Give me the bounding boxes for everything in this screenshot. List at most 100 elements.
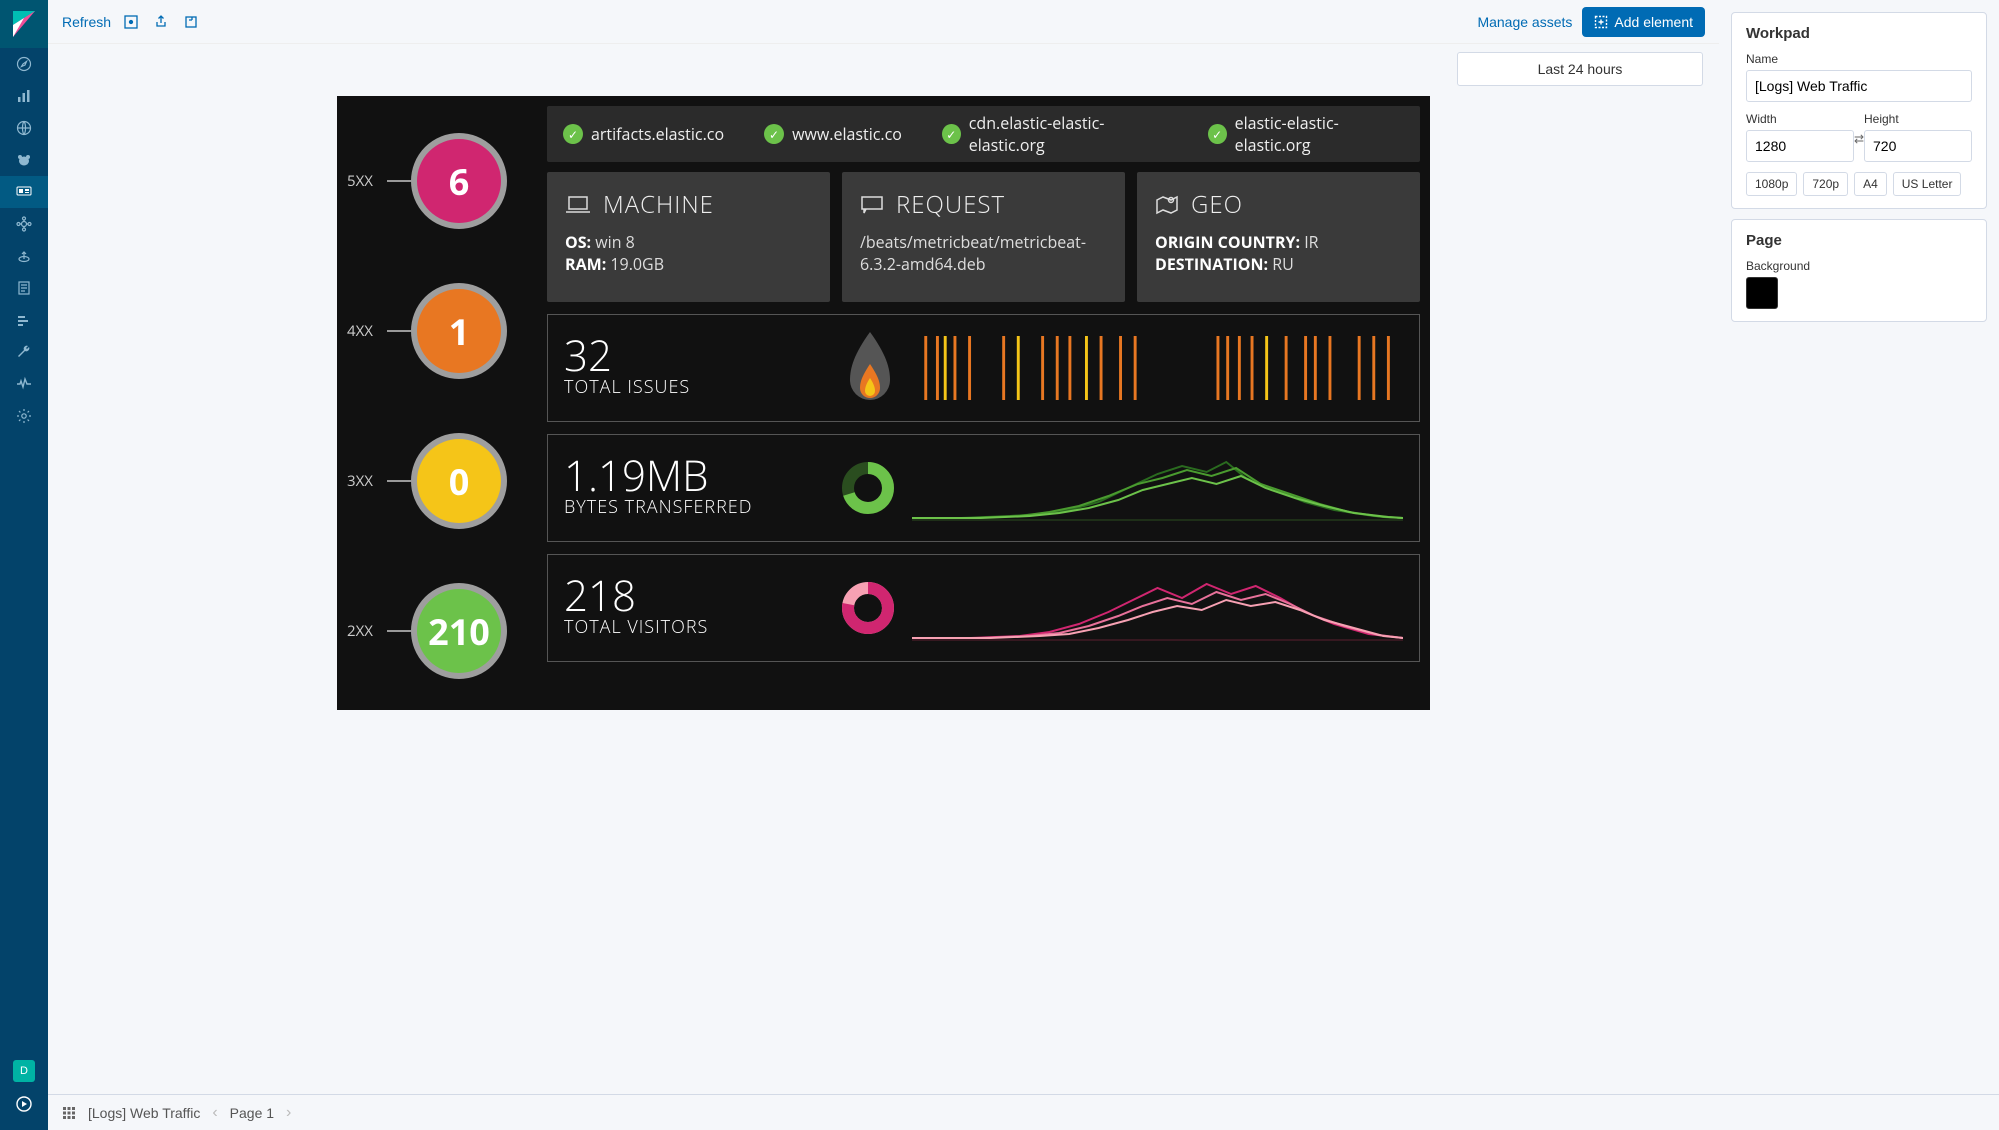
workpad-canvas[interactable]: 5XX 6 4XX 1 3XX 0 2XX 210 [337, 96, 1430, 710]
add-element-label: Add element [1614, 14, 1693, 30]
visitors-donut-chart [840, 580, 896, 636]
bytes-donut-chart [840, 460, 896, 516]
footer-workpad-name: [Logs] Web Traffic [88, 1105, 200, 1121]
status-2xx: 2XX 210 [347, 556, 547, 706]
nav-bear-icon[interactable] [0, 144, 48, 176]
swap-dims-icon[interactable]: ⇄ [1854, 132, 1864, 146]
nav-collapse-icon[interactable] [0, 1088, 48, 1120]
visitors-row: 218 TOTAL VISITORS [547, 554, 1420, 662]
info-panels: MACHINE OS: win 8 RAM: 19.0GB REQUEST /b… [547, 172, 1420, 302]
check-icon: ✓ [764, 124, 784, 144]
background-label: Background [1746, 259, 1972, 273]
host-label: artifacts.elastic.co [591, 123, 724, 145]
host-item: ✓ artifacts.elastic.co [563, 123, 724, 145]
bytes-row: 1.19MB BYTES TRANSFERRED [547, 434, 1420, 542]
footer-bar: [Logs] Web Traffic ‹ Page 1 › [48, 1094, 1999, 1130]
comment-icon [860, 195, 884, 215]
preset-720p[interactable]: 720p [1803, 172, 1848, 196]
nav-chart-icon[interactable] [0, 80, 48, 112]
page-settings-card: Page Background [1731, 219, 1987, 322]
status-5xx: 5XX 6 [347, 106, 547, 256]
hosts-row: ✓ artifacts.elastic.co ✓ www.elastic.co ✓ c… [547, 106, 1420, 162]
flame-icon [840, 328, 900, 408]
status-5xx-value: 6 [411, 133, 507, 229]
nav-bottom: D [0, 1054, 48, 1120]
size-presets: 1080p 720p A4 US Letter [1746, 172, 1972, 196]
host-label: cdn.elastic-elastic-elastic.org [969, 112, 1168, 156]
panel-title: GEO [1191, 188, 1243, 221]
nav-wrench-icon[interactable] [0, 336, 48, 368]
issues-label: TOTAL ISSUES [564, 375, 824, 399]
nav-compass-icon[interactable] [0, 48, 48, 80]
issues-barcode-chart [916, 328, 1403, 408]
width-label: Width [1746, 112, 1854, 126]
nav-canvas-icon[interactable] [0, 176, 48, 208]
request-panel: REQUEST /beats/metricbeat/metricbeat-6.3… [842, 172, 1125, 302]
nav-apm-icon[interactable] [0, 240, 48, 272]
panel-title: REQUEST [896, 188, 1005, 221]
issues-row: 32 TOTAL ISSUES [547, 314, 1420, 422]
refresh-interval-icon[interactable] [181, 12, 201, 32]
workpad-heading: Workpad [1746, 25, 1972, 42]
settings-sidebar: Workpad Name Width ⇄ Height 1080p 720p A… [1719, 0, 1999, 1130]
issues-value: 32 [564, 337, 824, 375]
nav-globe-icon[interactable] [0, 112, 48, 144]
os-label: OS: [565, 231, 591, 253]
fullscreen-icon[interactable] [121, 12, 141, 32]
height-input[interactable] [1864, 130, 1972, 162]
add-element-icon [1594, 15, 1608, 29]
nav-logs-icon[interactable] [0, 272, 48, 304]
preset-1080p[interactable]: 1080p [1746, 172, 1797, 196]
background-swatch[interactable] [1746, 277, 1778, 309]
name-label: Name [1746, 52, 1972, 66]
width-input[interactable] [1746, 130, 1854, 162]
dest-label: DESTINATION: [1155, 253, 1268, 275]
request-path: /beats/metricbeat/metricbeat-6.3.2-amd64… [860, 231, 1107, 276]
nav-metrics-icon[interactable] [0, 304, 48, 336]
ram-value: 19.0GB [610, 253, 664, 275]
visitors-value: 218 [564, 577, 824, 615]
panel-title: MACHINE [603, 188, 714, 221]
grid-icon[interactable] [62, 1106, 76, 1120]
bytes-value: 1.19MB [564, 457, 824, 495]
status-3xx: 3XX 0 [347, 406, 547, 556]
bytes-line-chart [912, 448, 1403, 528]
map-icon [1155, 194, 1179, 216]
visitors-label: TOTAL VISITORS [564, 615, 824, 639]
nav-gear-icon[interactable] [0, 400, 48, 432]
workpad-name-input[interactable] [1746, 70, 1972, 102]
preset-usletter[interactable]: US Letter [1893, 172, 1962, 196]
status-2xx-label: 2XX [347, 621, 387, 641]
check-icon: ✓ [563, 124, 583, 144]
manage-assets-link[interactable]: Manage assets [1477, 14, 1572, 30]
preset-a4[interactable]: A4 [1854, 172, 1887, 196]
prev-page-icon[interactable]: ‹ [212, 1104, 217, 1122]
nav-node-icon[interactable] [0, 208, 48, 240]
nav-heartbeat-icon[interactable] [0, 368, 48, 400]
origin-value: IR [1304, 231, 1318, 253]
os-value: win 8 [595, 231, 635, 253]
page-heading: Page [1746, 232, 1972, 249]
canvas-scroll[interactable]: 5XX 6 4XX 1 3XX 0 2XX 210 [48, 44, 1719, 1130]
add-element-button[interactable]: Add element [1582, 7, 1705, 37]
kibana-logo[interactable] [0, 0, 48, 48]
ram-label: RAM: [565, 253, 606, 275]
http-status-column: 5XX 6 4XX 1 3XX 0 2XX 210 [347, 106, 547, 706]
top-toolbar: Refresh Manage assets Add element [48, 0, 1719, 44]
status-4xx-label: 4XX [347, 321, 387, 341]
host-item: ✓ www.elastic.co [764, 123, 902, 145]
user-avatar[interactable]: D [13, 1060, 35, 1082]
machine-panel: MACHINE OS: win 8 RAM: 19.0GB [547, 172, 830, 302]
refresh-link[interactable]: Refresh [62, 14, 111, 30]
next-page-icon[interactable]: › [286, 1104, 291, 1122]
visitors-line-chart [912, 568, 1403, 648]
footer-page-label[interactable]: Page 1 [230, 1105, 274, 1121]
workpad-settings-card: Workpad Name Width ⇄ Height 1080p 720p A… [1731, 12, 1987, 209]
time-filter[interactable]: Last 24 hours [1457, 52, 1703, 86]
host-label: www.elastic.co [792, 123, 902, 145]
export-icon[interactable] [151, 12, 171, 32]
check-icon: ✓ [942, 124, 961, 144]
bytes-label: BYTES TRANSFERRED [564, 495, 824, 519]
status-5xx-label: 5XX [347, 171, 387, 191]
laptop-icon [565, 195, 591, 215]
